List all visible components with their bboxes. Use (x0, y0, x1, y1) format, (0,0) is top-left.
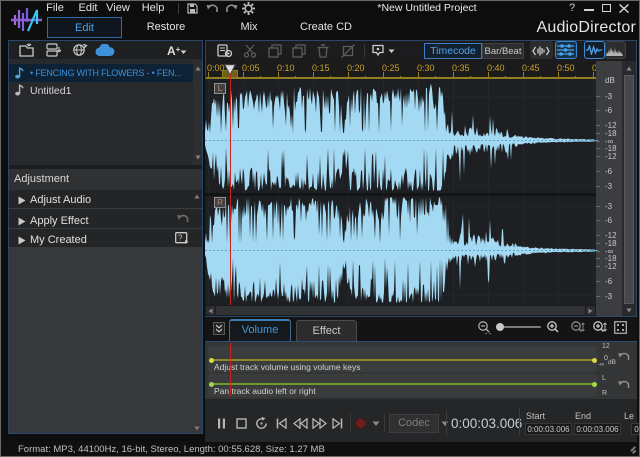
svg-text:?: ? (178, 234, 183, 243)
